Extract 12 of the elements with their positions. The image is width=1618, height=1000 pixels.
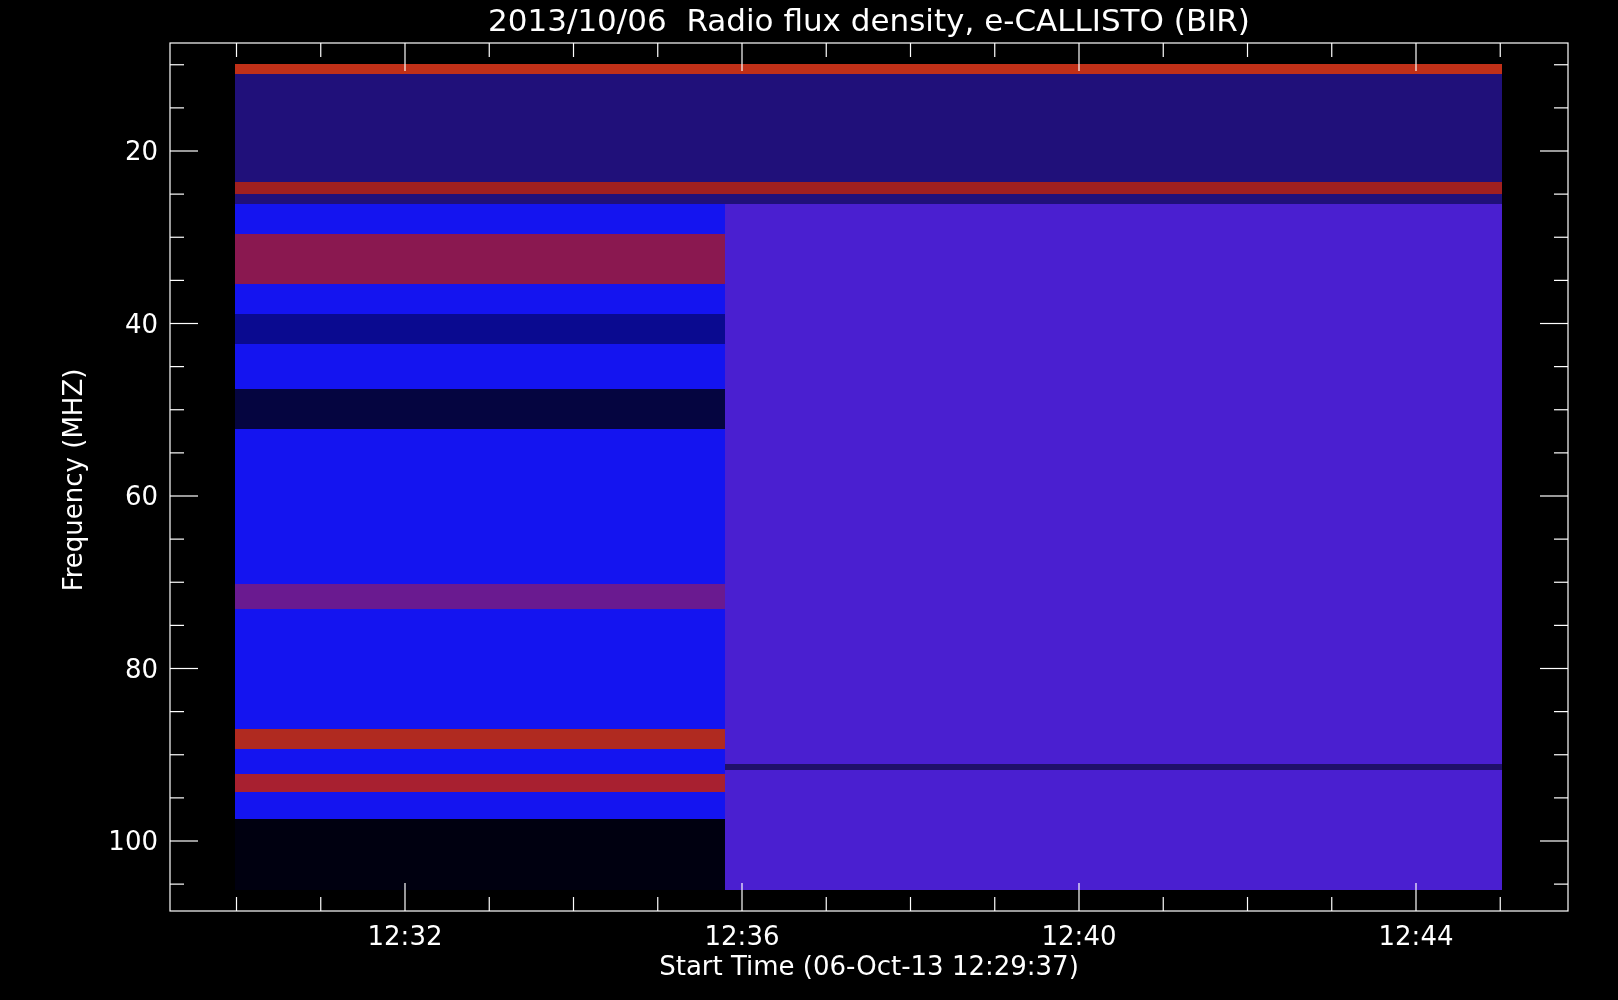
x-axis-label: Start Time (06-Oct-13 12:29:37)	[659, 951, 1079, 981]
x-tick-label: 12:40	[1041, 921, 1117, 951]
y-tick-label: 100	[108, 826, 158, 856]
y-tick-label: 20	[124, 136, 158, 166]
x-tick-label: 12:36	[704, 921, 780, 951]
chart-title: 2013/10/06 Radio flux density, e-CALLISTO (BIR)	[488, 2, 1250, 38]
y-tick-label: 40	[124, 308, 158, 339]
x-tick-label: 12:44	[1378, 921, 1454, 951]
x-tick-label: 12:32	[367, 921, 443, 951]
y-tick-label: 80	[124, 653, 158, 684]
y-tick-label: 60	[124, 481, 158, 511]
y-axis-label: Frequency (MHZ)	[58, 368, 88, 592]
